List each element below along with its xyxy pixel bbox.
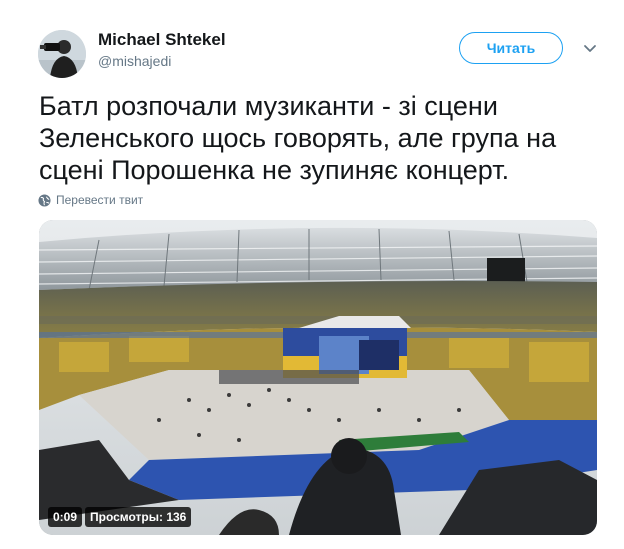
- translate-label: Перевести твит: [56, 193, 144, 207]
- avatar[interactable]: [38, 30, 86, 78]
- tweet-text-line: Батл розпочали музиканти - зі сцени: [39, 91, 498, 121]
- globe-icon: [38, 193, 51, 207]
- author-handle[interactable]: @mishajedi: [98, 53, 171, 69]
- author-name[interactable]: Michael Shtekel: [98, 30, 226, 50]
- tweet-text: Батл розпочали музиканти - зі сцени Зеле…: [39, 90, 599, 186]
- video-player[interactable]: [39, 220, 597, 535]
- translate-link[interactable]: Перевести твит: [38, 193, 143, 207]
- follow-button[interactable]: Читать: [459, 32, 563, 64]
- chevron-down-icon[interactable]: [582, 40, 598, 56]
- tweet-text-line: сцені Порошенка не зупиняє концерт.: [39, 155, 510, 185]
- video-duration-badge: 0:09: [48, 507, 83, 527]
- tweet-text-line: Зеленського щось говорять, але група на: [39, 123, 557, 153]
- video-views-badge: Просмотры: 136: [85, 507, 192, 527]
- tweet-card: Michael Shtekel @mishajedi Читать Батл р…: [0, 0, 624, 549]
- video-thumbnail: [39, 220, 597, 535]
